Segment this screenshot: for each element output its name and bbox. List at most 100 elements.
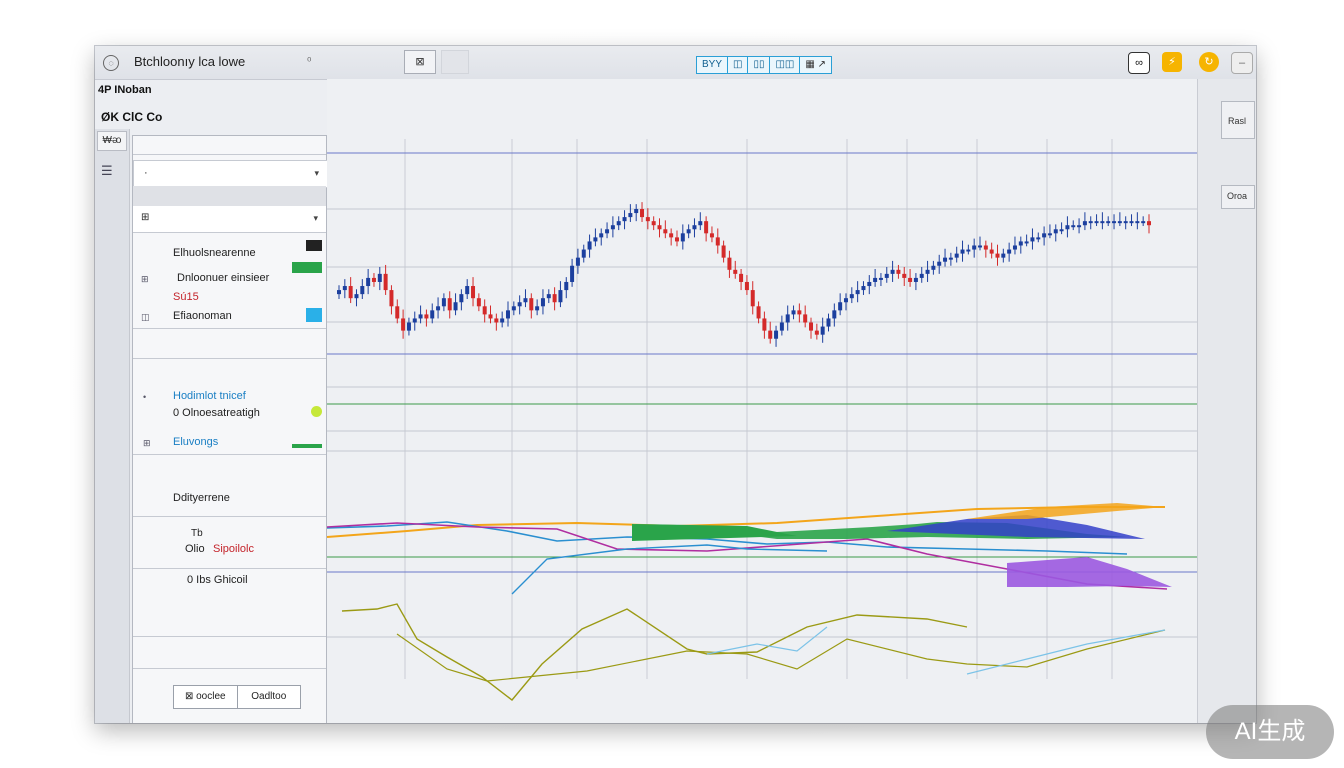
app-window: ◌ Btchloonıy lca lowe ⁰ ⊠ BYY ◫ ▯▯ ◫◫ ▦ … xyxy=(95,46,1256,723)
candle-body-124 xyxy=(1059,229,1064,232)
panel-spacer xyxy=(133,328,326,359)
param-label-3[interactable]: Sipoilolc xyxy=(213,543,254,555)
candle-body-112 xyxy=(989,249,994,254)
select-field-1[interactable]: · ▾ xyxy=(133,160,328,188)
select-field-2[interactable]: ⊞ ▾ xyxy=(133,206,326,233)
toolbar-item-1[interactable]: ◫ xyxy=(728,57,749,73)
candle-body-67 xyxy=(727,257,732,270)
left-header-1: 4P INoban xyxy=(98,84,152,96)
panel-blank xyxy=(133,636,326,669)
candle-body-100 xyxy=(919,273,924,278)
candle-body-102 xyxy=(931,265,936,270)
study-row-2[interactable]: Eluvongs xyxy=(173,436,218,448)
left-header-2: ØK ClC Co xyxy=(101,110,163,124)
candle-body-74 xyxy=(768,330,773,339)
study-row-0[interactable]: Hodimlot tnicef xyxy=(173,390,246,402)
candle-body-129 xyxy=(1088,221,1093,224)
indicator-toggle-0[interactable] xyxy=(306,240,322,251)
candle-body-65 xyxy=(715,237,720,246)
indicator-row-0[interactable]: Elhuolsnearenne xyxy=(173,247,256,259)
candle-body-0 xyxy=(337,290,341,295)
ai-watermark: AI生成 xyxy=(1206,705,1334,759)
candle-body-62 xyxy=(698,221,703,226)
candle-body-43 xyxy=(587,241,592,250)
candle-body-68 xyxy=(733,269,738,274)
chevron-down-icon: ▾ xyxy=(314,168,319,178)
left-rail: ₩ᴔ ☰ xyxy=(95,129,130,723)
candle-body-54 xyxy=(651,221,656,226)
candle-body-44 xyxy=(593,237,598,242)
study-row-1[interactable]: 0 Olnoesatreatigh xyxy=(173,407,260,419)
bolt-button[interactable]: ⚡ xyxy=(1162,52,1182,72)
param-label-4[interactable]: 0 Ibs Ghicoil xyxy=(187,574,248,586)
candle-body-109 xyxy=(972,245,977,250)
candle-body-131 xyxy=(1100,221,1105,224)
right-box-2[interactable]: Oroa xyxy=(1221,185,1255,209)
series-line-7 xyxy=(706,626,828,655)
minimize-button[interactable]: – xyxy=(1231,52,1253,74)
toolbar-item-2[interactable]: ▯▯ xyxy=(748,57,771,73)
candle-body-16 xyxy=(430,310,435,319)
candle-body-10 xyxy=(395,306,400,319)
rail-tab[interactable]: ₩ᴔ xyxy=(97,131,127,151)
indicator-list: Elhuolsnearenne ⊞ Dnloonuer einsieer Sú1… xyxy=(133,232,326,329)
toolbar-item-4[interactable]: ▦ ↗ xyxy=(800,57,831,73)
params-row-3: 0 Ibs Ghicoil xyxy=(133,568,326,637)
candle-body-91 xyxy=(867,281,872,287)
params-row-2: Tb Olio Sipoilolc xyxy=(133,516,326,569)
indicator-row-3[interactable]: Efiaonoman xyxy=(173,310,232,322)
candle-body-46 xyxy=(605,229,610,234)
candle-body-127 xyxy=(1077,225,1082,228)
panel-icon: ◫ xyxy=(141,312,150,322)
candle-body-85 xyxy=(832,310,837,319)
right-panel: Rasl Oroa xyxy=(1197,79,1256,723)
study-bar xyxy=(292,444,322,448)
candle-body-114 xyxy=(1001,253,1006,258)
candle-body-18 xyxy=(441,298,446,307)
candle-body-20 xyxy=(453,302,458,311)
candle-body-31 xyxy=(517,302,522,307)
param-label-1: Tb xyxy=(191,528,203,539)
param-label-0[interactable]: Ddityerrene xyxy=(173,492,230,504)
link-button[interactable]: ∞ xyxy=(1128,52,1150,74)
chart-svg[interactable] xyxy=(326,79,1211,723)
app-logo-icon[interactable]: ◌ xyxy=(103,55,119,71)
chart-toolbar: BYY ◫ ▯▯ ◫◫ ▦ ↗ xyxy=(696,56,832,74)
right-box-1[interactable]: Rasl xyxy=(1221,101,1255,139)
toolbar-item-0[interactable]: BYY xyxy=(697,57,729,73)
candle-body-35 xyxy=(540,298,545,307)
candle-body-2 xyxy=(348,286,353,299)
indicator-toggle-3[interactable] xyxy=(306,308,322,322)
candle-body-90 xyxy=(861,286,866,291)
candle-body-60 xyxy=(686,229,691,234)
chart-area[interactable] xyxy=(326,79,1211,723)
candle-body-128 xyxy=(1082,221,1087,226)
candle-body-87 xyxy=(843,298,848,303)
candle-body-50 xyxy=(628,213,633,218)
candle-body-27 xyxy=(494,318,499,323)
close-button[interactable]: ⊠ ooclee xyxy=(174,686,238,708)
candle-body-105 xyxy=(948,257,953,260)
add-button[interactable]: Oadltoo xyxy=(238,686,301,708)
candle-body-28 xyxy=(500,318,505,323)
candle-body-64 xyxy=(709,233,714,238)
list-icon[interactable]: ☰ xyxy=(101,163,113,179)
candle-body-25 xyxy=(482,306,487,315)
title-box-button[interactable]: ⊠ xyxy=(404,50,436,74)
refresh-button[interactable]: ↻ xyxy=(1199,52,1219,72)
title-blank-button[interactable] xyxy=(441,50,469,74)
settings-panel: · ▾ ⊞ ▾ Elhuolsnearenne ⊞ Dnloonuer eins… xyxy=(132,135,328,723)
params-row: Ddityerrene xyxy=(133,454,326,517)
toolbar-item-3[interactable]: ◫◫ xyxy=(770,57,801,73)
indicator-row-2[interactable]: Sú15 xyxy=(173,291,199,303)
dot-icon: • xyxy=(143,392,147,402)
candle-body-135 xyxy=(1123,221,1128,224)
indicator-row-1[interactable]: Dnloonuer einsieer xyxy=(177,272,269,284)
study-list: • Hodimlot tnicef 0 Olnoesatreatigh ⊞ El… xyxy=(133,358,326,455)
candle-body-130 xyxy=(1094,221,1099,224)
series-line-6 xyxy=(341,603,968,701)
candle-body-104 xyxy=(943,257,948,262)
candle-body-80 xyxy=(803,314,808,323)
series-area-orange xyxy=(967,503,1165,519)
candle-body-55 xyxy=(657,225,662,230)
